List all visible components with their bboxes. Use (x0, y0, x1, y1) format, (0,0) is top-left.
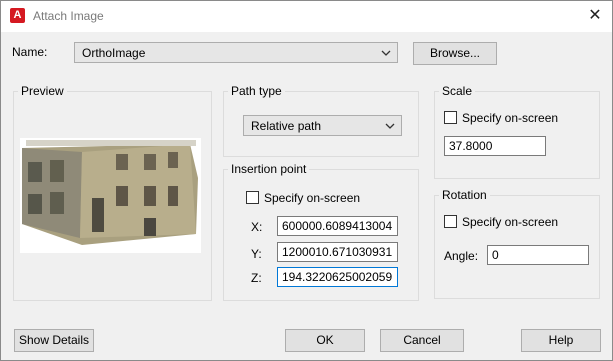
name-dropdown[interactable]: OrthoImage (74, 42, 398, 63)
ok-button-label: OK (316, 333, 334, 347)
title-bar[interactable]: A Attach Image ✕ (1, 1, 612, 32)
scale-field[interactable]: 37.8000 (444, 136, 546, 156)
scale-group: Scale (434, 84, 600, 179)
autocad-app-icon: A (10, 8, 25, 23)
cancel-button[interactable]: Cancel (380, 329, 464, 352)
building-facade-preview-graphic (22, 140, 198, 245)
browse-button[interactable]: Browse... (413, 42, 497, 65)
chevron-down-icon (385, 123, 395, 129)
ok-button[interactable]: OK (285, 329, 365, 352)
insertion-specify-checkbox[interactable] (246, 191, 259, 204)
rotation-specify-checkbox[interactable] (444, 215, 457, 228)
insertion-z-field[interactable]: 194.3220625002059 (277, 267, 398, 287)
scale-specify-label: Specify on-screen (462, 111, 559, 125)
insertion-point-group-label: Insertion point (228, 162, 310, 176)
angle-field[interactable]: 0 (487, 245, 589, 265)
rotation-specify-label: Specify on-screen (462, 215, 559, 229)
chevron-down-icon (381, 50, 391, 56)
name-label: Name: (12, 45, 48, 59)
scale-group-label: Scale (439, 84, 476, 98)
preview-group-label: Preview (18, 84, 67, 98)
show-details-button[interactable]: Show Details (14, 329, 94, 352)
scale-specify-checkbox[interactable] (444, 111, 457, 124)
preview-image (20, 138, 201, 253)
show-details-button-label: Show Details (18, 333, 90, 347)
help-button[interactable]: Help (521, 329, 601, 352)
insertion-specify-label: Specify on-screen (264, 191, 361, 205)
insertion-x-label: X: (251, 220, 263, 234)
path-type-dropdown[interactable]: Relative path (243, 115, 402, 136)
close-button[interactable]: ✕ (584, 6, 606, 26)
rotation-group-label: Rotation (439, 188, 490, 202)
window-title: Attach Image (33, 9, 104, 23)
insertion-y-field[interactable]: 1200010.671030931 (277, 242, 398, 262)
angle-label: Angle: (444, 249, 479, 263)
insertion-z-label: Z: (251, 271, 262, 285)
insertion-x-field[interactable]: 600000.6089413004 (277, 216, 398, 236)
insertion-y-label: Y: (251, 247, 262, 261)
path-type-dropdown-value: Relative path (251, 119, 322, 133)
help-button-label: Help (548, 333, 574, 347)
name-dropdown-value: OrthoImage (82, 46, 146, 60)
cancel-button-label: Cancel (403, 333, 441, 347)
path-type-group-label: Path type (228, 84, 285, 98)
browse-button-label: Browse... (429, 46, 480, 60)
attach-image-dialog: A Attach Image ✕ Name: OrthoImage Browse… (0, 0, 613, 361)
